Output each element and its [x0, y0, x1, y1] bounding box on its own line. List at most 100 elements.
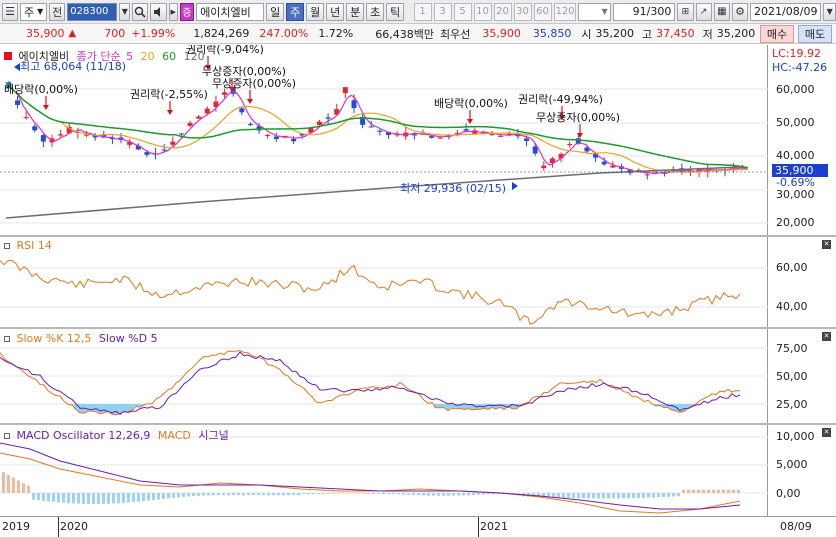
- interval-10[interactable]: 10: [473, 2, 492, 21]
- macd-bar: [217, 493, 220, 496]
- macd-bar: [292, 493, 295, 496]
- sell-button[interactable]: 매도: [798, 25, 832, 43]
- price-pane[interactable]: 배당락(0,00%) 권리락(-2,55%) 권리락(-9,04%) 무상증자(0,0…: [0, 43, 768, 235]
- low-price: 35,200: [716, 27, 756, 40]
- event-label: 권리락(-49,94%): [518, 93, 603, 106]
- period-week-label: 주: [290, 5, 301, 19]
- low-arrow-icon: [512, 182, 518, 190]
- macd-bar: [737, 489, 740, 493]
- grid-icon[interactable]: ▦: [713, 2, 730, 21]
- candle-body: [178, 133, 184, 135]
- interval-20-label: 20: [496, 6, 509, 17]
- period-minute[interactable]: 분: [346, 2, 365, 21]
- macd-bar: [222, 493, 225, 496]
- macd-bar: [262, 493, 265, 496]
- macd-bar: [682, 489, 685, 493]
- overlay-icon[interactable]: ⊞: [677, 2, 694, 21]
- macd-bar: [112, 493, 115, 504]
- macd-bar: [382, 493, 385, 494]
- interval-60[interactable]: 60: [533, 2, 552, 21]
- macd-bar: [582, 493, 585, 499]
- macd-bar: [252, 493, 255, 496]
- x-axis: 2019 2020 2021 08/09: [0, 516, 836, 537]
- signal-line: [0, 442, 741, 510]
- close-icon[interactable]: ✕: [822, 428, 831, 437]
- calendar-dropdown-icon[interactable]: ▼: [823, 2, 836, 21]
- macd-bar: [337, 492, 340, 494]
- macd-bar: [597, 493, 600, 499]
- period-day[interactable]: 일: [266, 2, 285, 21]
- market-select[interactable]: 주 ▼: [20, 2, 48, 21]
- close-icon[interactable]: ✕: [822, 240, 831, 249]
- macd-bar: [617, 493, 620, 499]
- period-year[interactable]: 년: [326, 2, 345, 21]
- prev-button[interactable]: 전: [49, 2, 66, 21]
- stock-code-input[interactable]: 028300: [67, 2, 118, 21]
- interval-30[interactable]: 30: [513, 2, 532, 21]
- macd-bar: [232, 493, 235, 496]
- candle-body: [15, 100, 21, 105]
- macd-bar: [397, 493, 400, 495]
- stochastic-pane[interactable]: Slow %K 12,5 Slow %D 5: [0, 329, 768, 423]
- macd-bar: [322, 492, 325, 494]
- macd-bar: [652, 493, 655, 498]
- interval-120[interactable]: 120: [553, 2, 577, 21]
- macd-bar: [57, 493, 60, 503]
- macd-bar: [472, 493, 475, 495]
- stock-name-value: 에이치엘비: [200, 5, 251, 19]
- macd-bar: [197, 493, 200, 496]
- turnover-rate: 1.72%: [318, 27, 354, 40]
- event-label: 권리락(-2,55%): [130, 88, 208, 101]
- buy-label: 매수: [766, 28, 788, 41]
- macd-bar: [442, 493, 445, 496]
- chart-toolbar: ☰ 주 ▼ 전 028300 ▼ ▶ 증 에이치엘비 일 주 월 년 분 초 틱: [0, 0, 836, 24]
- candle-body: [463, 129, 469, 131]
- event-arrow-head-icon: [247, 99, 253, 104]
- macd-bar: [627, 493, 630, 499]
- period-month-label: 월: [310, 5, 321, 19]
- buy-button[interactable]: 매수: [760, 25, 794, 43]
- macd-bar: [287, 493, 290, 496]
- hc-label: HC:-47.26: [772, 61, 828, 74]
- price-chart[interactable]: 배당락(0,00%) 권리락(-2,55%)권리락(-9,04%)무상증자(0,0…: [0, 43, 768, 235]
- interval-custom-select[interactable]: ▼: [578, 2, 611, 21]
- macd-bar: [387, 493, 390, 494]
- trade-amount: 66,438백만: [375, 27, 434, 41]
- chart-type-icon[interactable]: ↗: [695, 2, 712, 21]
- interval-1-label: 1: [419, 6, 426, 17]
- list-arrow-icon[interactable]: ▶: [168, 2, 178, 21]
- interval-5[interactable]: 5: [453, 2, 472, 21]
- hamburger-icon[interactable]: ☰: [2, 2, 19, 21]
- stock-name-field[interactable]: 에이치엘비: [196, 2, 265, 21]
- period-second[interactable]: 초: [366, 2, 385, 21]
- interval-1[interactable]: 1: [413, 2, 432, 21]
- legend-swatch: [4, 433, 10, 439]
- macd-bar: [567, 493, 570, 499]
- interval-3[interactable]: 3: [433, 2, 452, 21]
- prev-label: 전: [52, 5, 63, 19]
- period-week[interactable]: 주: [286, 2, 305, 21]
- candle-body: [23, 117, 29, 119]
- date-field[interactable]: 2021/08/09: [750, 2, 822, 21]
- interval-20[interactable]: 20: [493, 2, 512, 21]
- macd-bar: [412, 493, 415, 496]
- macd-bar: [257, 493, 260, 496]
- macd-bar: [367, 492, 370, 494]
- macd-bar: [482, 493, 485, 495]
- speaker-icon[interactable]: [150, 2, 167, 21]
- macd-bar: [277, 493, 280, 496]
- macd-pane[interactable]: MACD Oscillator 12,26,9 MACD 시그널: [0, 425, 768, 516]
- sell-label: 매도: [804, 28, 826, 41]
- period-tick[interactable]: 틱: [386, 2, 405, 21]
- price-change-pct: +1.99%: [131, 27, 176, 40]
- rsi-chart[interactable]: [0, 237, 768, 327]
- macd-bar: [122, 493, 125, 503]
- search-icon[interactable]: [132, 2, 149, 21]
- macd-bar: [632, 493, 635, 499]
- code-dropdown-icon[interactable]: ▼: [119, 2, 131, 21]
- period-month[interactable]: 월: [306, 2, 325, 21]
- rsi-pane[interactable]: RSI 14: [0, 237, 768, 327]
- gear-icon[interactable]: ⚙: [731, 2, 749, 21]
- data-count-field[interactable]: 91/300: [612, 2, 676, 21]
- close-icon[interactable]: ✕: [822, 332, 831, 341]
